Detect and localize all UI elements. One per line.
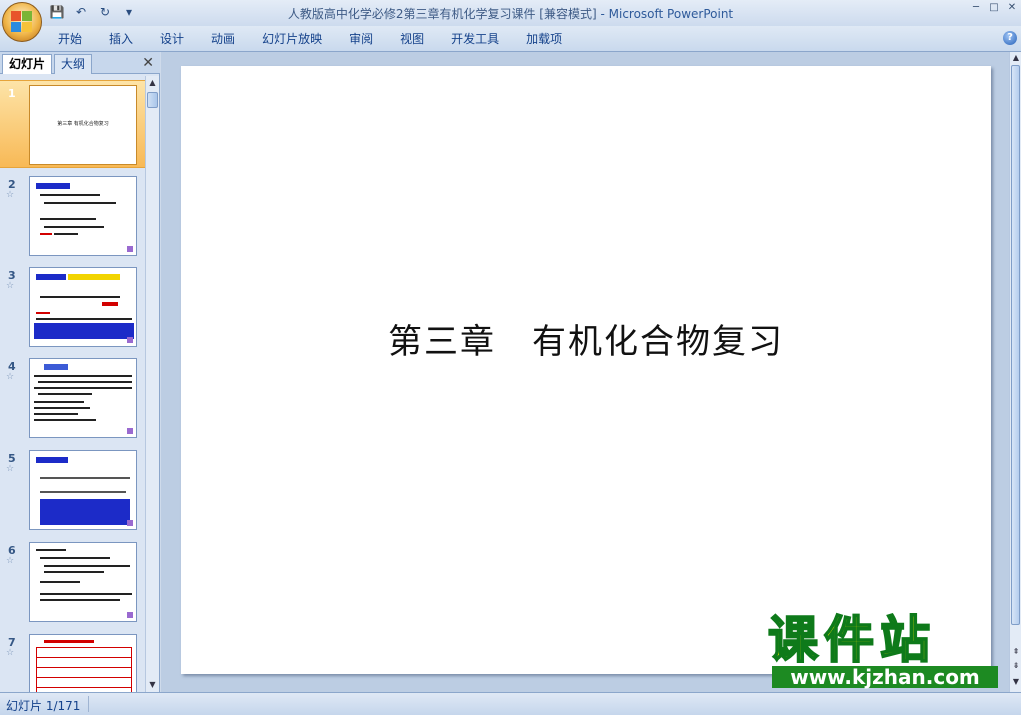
- tab-add-ins[interactable]: 加载项: [516, 30, 572, 48]
- window-controls: ─ □ ✕: [969, 2, 1019, 14]
- tab-developer[interactable]: 开发工具: [441, 30, 509, 48]
- slide-title[interactable]: 第三章 有机化合物复习: [181, 314, 991, 363]
- animation-star-icon: ☆: [6, 190, 15, 200]
- previous-slide-icon[interactable]: ⇞: [1010, 646, 1021, 658]
- window-title: 人教版高中化学必修2第三章有机化学复习课件 [兼容模式] - Microsoft…: [0, 5, 1021, 22]
- slide-preview: [29, 634, 137, 692]
- slide-thumbnail-7[interactable]: 7 ☆: [0, 630, 145, 692]
- tab-outline[interactable]: 大纲: [54, 54, 93, 74]
- document-title: 人教版高中化学必修2第三章有机化学复习课件 [兼容模式]: [287, 7, 597, 21]
- slide-thumbnail-1[interactable]: 1 第三章 有机化合物复习: [0, 80, 145, 168]
- slide-preview: [29, 450, 137, 530]
- thumbnail-scrollbar[interactable]: ▲ ▼: [145, 76, 159, 692]
- animation-star-icon: ☆: [6, 281, 15, 291]
- slide-thumbnail-3[interactable]: 3 ☆: [0, 263, 145, 351]
- tab-slides[interactable]: 幻灯片: [2, 54, 53, 74]
- scroll-down-icon[interactable]: ▼: [146, 678, 159, 692]
- animation-star-icon: ☆: [6, 556, 15, 566]
- slide-preview: [29, 176, 137, 256]
- tab-animations[interactable]: 动画: [201, 30, 245, 48]
- ribbon: 开始 插入 设计 动画 幻灯片放映 审阅 视图 开发工具 加载项 ?: [0, 26, 1021, 52]
- slide-preview: [29, 542, 137, 622]
- office-button[interactable]: [2, 2, 42, 42]
- ribbon-tabs: 开始 插入 设计 动画 幻灯片放映 审阅 视图 开发工具 加载项: [48, 30, 579, 48]
- slides-panel: 幻灯片 大纲 ✕ 1 第三章 有机化合物复习 2 ☆ 3 ☆ 4 ☆ 5 ☆ 6…: [0, 52, 160, 692]
- tab-review[interactable]: 审阅: [339, 30, 383, 48]
- panel-tabs: 幻灯片 大纲 ✕: [0, 52, 160, 74]
- status-bar: 幻灯片 1/171: [0, 692, 1021, 715]
- scroll-down-icon[interactable]: ▼: [1010, 676, 1021, 688]
- help-icon[interactable]: ?: [1003, 31, 1017, 45]
- slide-editor: 第三章 有机化合物复习 ▲ ⇞ ⇟ ▼: [161, 52, 1021, 692]
- scroll-thumb[interactable]: [147, 92, 158, 108]
- watermark-text: 课件站: [767, 611, 936, 669]
- status-divider: [88, 696, 89, 712]
- tab-slide-show[interactable]: 幻灯片放映: [252, 30, 332, 48]
- animation-star-icon: ☆: [6, 372, 15, 382]
- current-slide[interactable]: 第三章 有机化合物复习: [181, 66, 991, 674]
- tab-insert[interactable]: 插入: [99, 30, 143, 48]
- next-slide-icon[interactable]: ⇟: [1010, 660, 1021, 672]
- slide-thumbnail-6[interactable]: 6 ☆: [0, 538, 145, 626]
- tab-view[interactable]: 视图: [390, 30, 434, 48]
- slide-thumbnail-4[interactable]: 4 ☆: [0, 354, 145, 442]
- slide-position: 幻灯片 1/171: [6, 699, 81, 713]
- office-logo-icon: [11, 11, 33, 33]
- slide-number: 1: [8, 87, 16, 100]
- animation-star-icon: ☆: [6, 648, 15, 658]
- close-panel-icon[interactable]: ✕: [142, 55, 154, 71]
- slide-thumbnail-list: 1 第三章 有机化合物复习 2 ☆ 3 ☆ 4 ☆ 5 ☆ 6 ☆ 7 ☆: [0, 76, 145, 692]
- tab-home[interactable]: 开始: [48, 30, 92, 48]
- scroll-up-icon[interactable]: ▲: [1010, 52, 1021, 64]
- watermark-url: www.kjzhan.com: [772, 666, 998, 688]
- animation-star-icon: ☆: [6, 464, 15, 474]
- app-name: - Microsoft PowerPoint: [596, 7, 734, 21]
- scroll-thumb[interactable]: [1011, 65, 1020, 625]
- slide-preview: [29, 267, 137, 347]
- slide-preview: [29, 358, 137, 438]
- minimize-icon[interactable]: ─: [969, 2, 983, 14]
- scroll-up-icon[interactable]: ▲: [146, 76, 159, 90]
- slide-preview: 第三章 有机化合物复习: [29, 85, 137, 165]
- tab-design[interactable]: 设计: [150, 30, 194, 48]
- close-icon[interactable]: ✕: [1005, 2, 1019, 14]
- slide-thumbnail-2[interactable]: 2 ☆: [0, 172, 145, 260]
- title-bar: 💾 ↶ ↻ ▾ 人教版高中化学必修2第三章有机化学复习课件 [兼容模式] - M…: [0, 0, 1021, 42]
- slide-thumbnail-5[interactable]: 5 ☆: [0, 446, 145, 534]
- watermark-logo: 课件站 www.kjzhan.com: [767, 611, 1006, 692]
- editor-scrollbar[interactable]: ▲ ⇞ ⇟ ▼: [1009, 52, 1021, 692]
- slide-preview-title: 第三章 有机化合物复习: [57, 121, 109, 127]
- restore-icon[interactable]: □: [987, 2, 1001, 14]
